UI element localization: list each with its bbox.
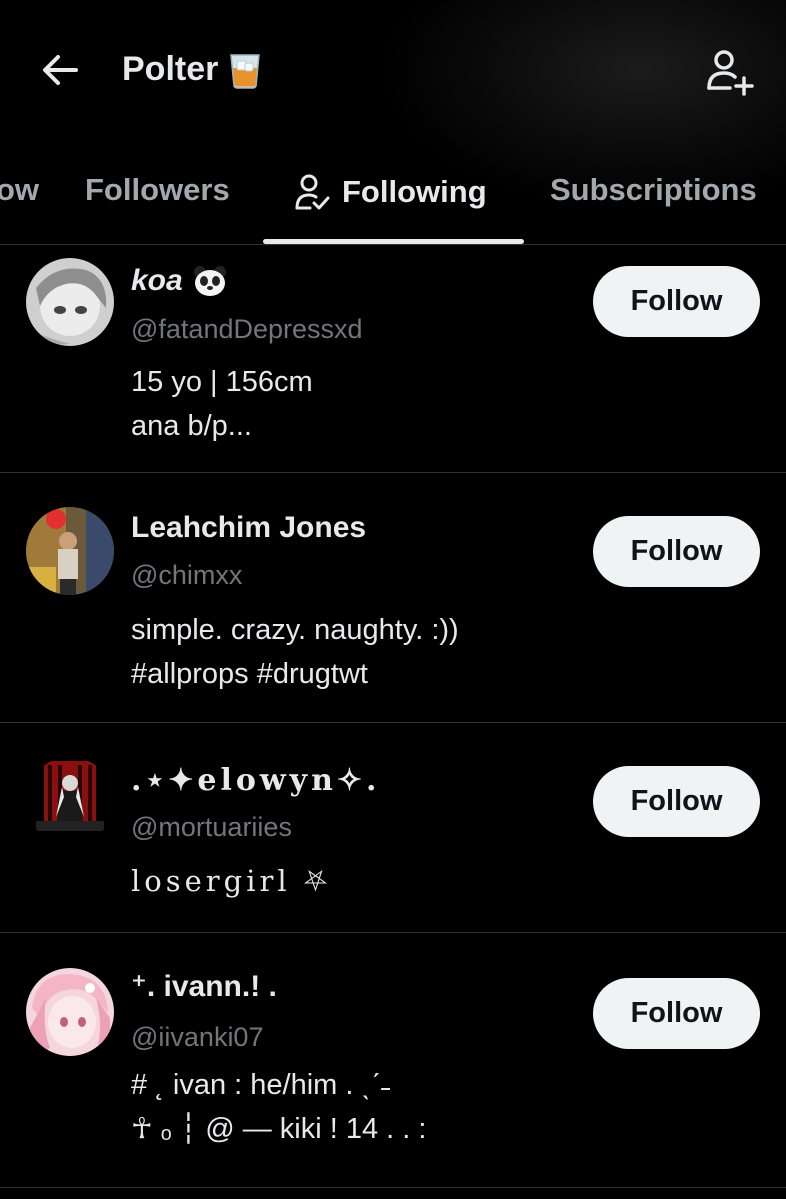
user-bio: simple. crazy. naughty. :)) #allprops #d… xyxy=(131,614,459,690)
user-row[interactable]: Leahchim Jones @chimxx simple. crazy. na… xyxy=(0,473,786,723)
tab-label: Subscriptions xyxy=(550,172,757,207)
app: Polter ow Followers Following Subscripti… xyxy=(0,0,786,1199)
user-name-text: koa xyxy=(131,264,183,297)
follow-button[interactable]: Follow xyxy=(593,266,760,337)
tumbler-glass-emoji xyxy=(230,53,261,89)
add-user-button[interactable] xyxy=(700,44,756,100)
user-row[interactable]: koa @fatandDepressxd 15 yo | 156cm ana b… xyxy=(0,245,786,473)
following-list: koa @fatandDepressxd 15 yo | 156cm ana b… xyxy=(0,245,786,1188)
user-row[interactable]: .⋆✦elowyn✧. @mortuariies losergirl ⛧ Fol… xyxy=(0,723,786,933)
avatar[interactable] xyxy=(26,507,114,595)
user-handle: @fatandDepressxd xyxy=(131,314,363,344)
arrow-left-icon xyxy=(43,55,78,85)
page-title: Polter xyxy=(122,50,262,89)
avatar[interactable] xyxy=(26,757,114,845)
user-check-icon xyxy=(295,174,330,210)
back-button[interactable] xyxy=(38,48,82,92)
avatar-image xyxy=(26,507,114,595)
avatar-image xyxy=(26,258,114,346)
avatar[interactable] xyxy=(26,258,114,346)
user-name: .⋆✦elowyn✧. xyxy=(131,763,381,798)
title-text: Polter xyxy=(122,50,219,88)
avatar-image xyxy=(26,757,114,845)
panda-emoji xyxy=(193,266,226,296)
user-name: Leahchim Jones xyxy=(131,511,367,544)
tab-label: Following xyxy=(342,174,487,209)
tab-bar: ow Followers Following Subscriptions xyxy=(0,140,786,244)
add-user-icon xyxy=(707,50,754,96)
follow-button[interactable]: Follow xyxy=(593,516,760,587)
active-tab-indicator xyxy=(263,239,524,244)
user-handle: @chimxx xyxy=(131,560,243,590)
top-bar: Polter xyxy=(0,0,786,140)
avatar-image xyxy=(26,968,114,1056)
tab-label: ow xyxy=(0,172,40,207)
user-handle: @iivanki07 xyxy=(131,1022,264,1052)
tab-label: Followers xyxy=(85,172,230,207)
user-handle: @mortuariies xyxy=(131,812,292,842)
tab-followers[interactable]: Followers xyxy=(85,172,230,208)
user-bio: losergirl ⛧ xyxy=(131,864,332,898)
user-name: ⁺. ivann.! . xyxy=(131,970,277,1003)
avatar[interactable] xyxy=(26,968,114,1056)
user-bio: 15 yo | 156cm ana b/p... xyxy=(131,366,313,442)
follow-button[interactable]: Follow xyxy=(593,766,760,837)
user-row[interactable]: ⁺. ivann.! . @iivanki07 # ˛ ivan : he/hi… xyxy=(0,933,786,1188)
profile-header: Polter ow Followers Following Subscripti… xyxy=(0,0,786,245)
tab-following[interactable]: Following xyxy=(294,172,487,212)
user-bio: # ˛ ivan : he/him . ˎˊ˗ ☥ ₒ ┆ @ — kiki !… xyxy=(131,1069,427,1145)
tab-follows-you[interactable]: ow xyxy=(0,172,39,208)
tab-subscriptions[interactable]: Subscriptions xyxy=(550,172,757,208)
user-name: koa xyxy=(131,264,227,298)
follow-button[interactable]: Follow xyxy=(593,978,760,1049)
